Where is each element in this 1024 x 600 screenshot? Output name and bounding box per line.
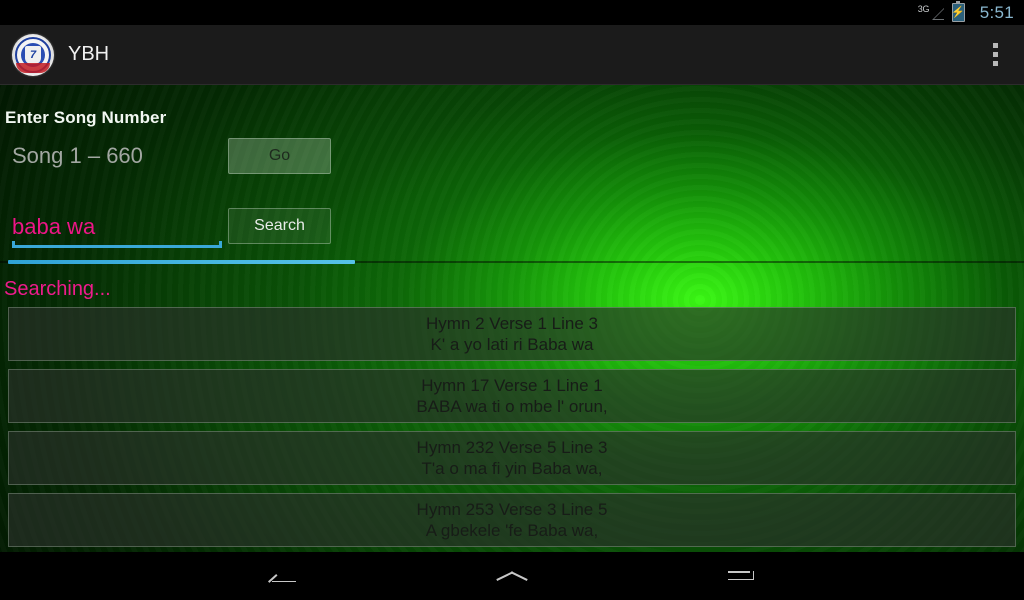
recents-icon[interactable] (687, 552, 797, 600)
song-number-label: Enter Song Number (5, 108, 167, 127)
signal-triangle-icon (931, 7, 944, 20)
search-button[interactable]: Search (228, 208, 331, 244)
searching-status: Searching... (4, 278, 111, 300)
result-title: Hymn 17 Verse 1 Line 1 (421, 376, 603, 395)
logo-red-arc (16, 62, 50, 73)
result-title: Hymn 253 Verse 3 Line 5 (416, 500, 608, 519)
result-row[interactable]: Hymn 17 Verse 1 Line 1 BABA wa ti o mbe l… (8, 369, 1016, 423)
network-label: 3G (917, 3, 930, 14)
action-bar: 7 YBH (0, 25, 1024, 85)
home-chevron-icon[interactable] (457, 552, 567, 600)
result-line: A gbekele 'fe Baba wa, (425, 521, 599, 540)
song-number-input[interactable] (12, 139, 222, 173)
back-arrow-icon[interactable] (227, 552, 337, 600)
result-line: BABA wa ti o mbe l' orun, (416, 397, 608, 416)
result-title: Hymn 232 Verse 5 Line 3 (416, 438, 608, 457)
go-button[interactable]: Go (228, 138, 331, 174)
result-row[interactable]: Hymn 2 Verse 1 Line 3 K' a yo lati ri Bab… (8, 307, 1016, 361)
clock-label: 5:51 (979, 2, 1014, 22)
overflow-dot (992, 61, 998, 66)
progress-bar-fill (8, 260, 355, 264)
search-input-underline (12, 241, 222, 248)
result-line: T'a o ma fi yin Baba wa, (421, 459, 603, 478)
result-row[interactable]: Hymn 253 Verse 3 Line 5 A gbekele 'fe Bab… (8, 493, 1016, 547)
status-clock: 5:51 (972, 3, 1014, 23)
battery-charging-icon: ⚡ (951, 1, 966, 22)
search-input[interactable] (12, 210, 212, 244)
signal-3g-icon: 3G (918, 4, 945, 22)
main-content: Enter Song Number Go Search Searching...… (0, 85, 1024, 552)
search-row: Search (0, 208, 340, 254)
app-title: YBH (68, 43, 110, 65)
status-bar: 3G ⚡ 5:51 (0, 0, 1024, 25)
navigation-bar (0, 552, 1024, 600)
bolt-glyph: ⚡ (951, 6, 966, 18)
result-row[interactable]: Hymn 232 Verse 5 Line 3 T'a o ma fi yin B… (8, 431, 1016, 485)
app-screen: 3G ⚡ 5:51 7 YBH Enter Song Number Song 1… (0, 0, 1024, 600)
result-line: K' a yo lati ri Baba wa (430, 335, 594, 354)
overflow-dot (992, 43, 998, 48)
overflow-dot (992, 52, 998, 57)
overflow-menu-icon[interactable] (980, 38, 1010, 72)
app-logo-icon[interactable]: 7 (12, 33, 54, 76)
logo-crest-mark: 7 (29, 48, 37, 61)
result-title: Hymn 2 Verse 1 Line 3 (426, 314, 598, 333)
results-list[interactable]: Hymn 2 Verse 1 Line 3 K' a yo lati ri Bab… (0, 307, 1024, 552)
song-number-row: Go (0, 133, 340, 179)
